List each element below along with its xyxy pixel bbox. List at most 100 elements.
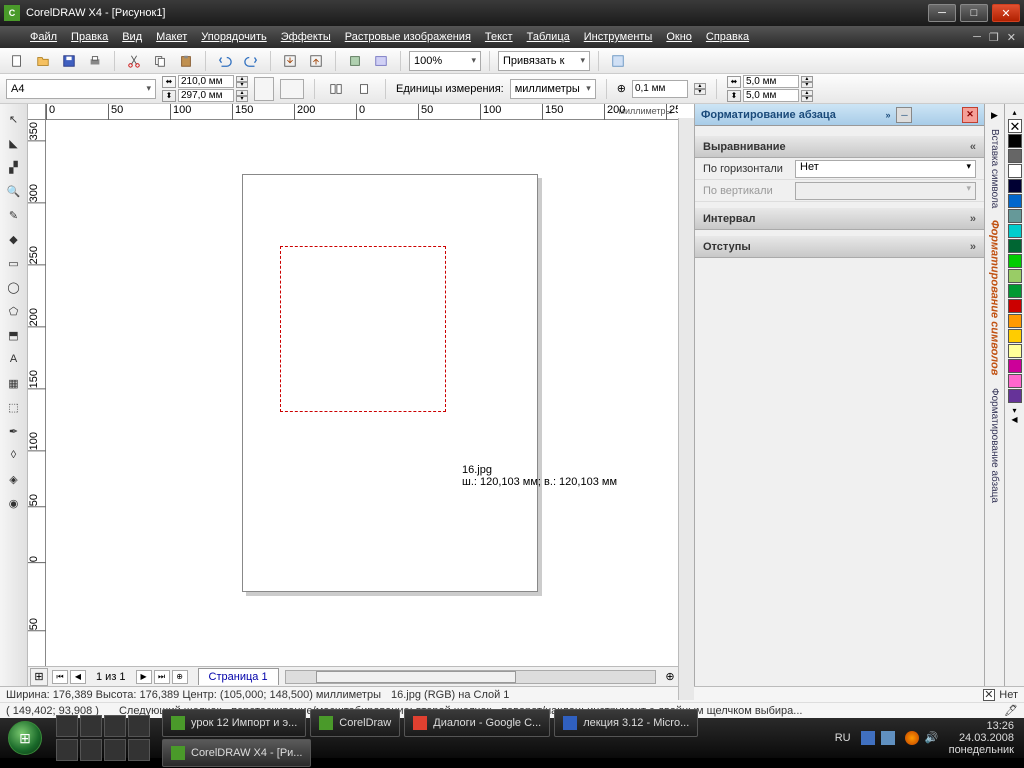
- add-page-after-button[interactable]: ⊕: [172, 670, 188, 684]
- mdi-close-button[interactable]: ✕: [1007, 31, 1016, 44]
- menu-table[interactable]: Таблица: [527, 31, 570, 43]
- tray-icon-3[interactable]: [905, 731, 919, 745]
- menu-effects[interactable]: Эффекты: [281, 31, 331, 43]
- ruler-corner[interactable]: [28, 104, 46, 120]
- color-swatch[interactable]: [1008, 224, 1022, 238]
- palette-down-button[interactable]: ▾: [1012, 406, 1016, 415]
- indents-section[interactable]: Отступы»: [695, 236, 984, 258]
- docker-tab-insert-char[interactable]: Вставка символа: [989, 125, 1000, 212]
- palette-flyout-button[interactable]: ◀: [1011, 415, 1017, 424]
- color-swatch[interactable]: [1008, 209, 1022, 223]
- ql-8[interactable]: [128, 739, 150, 761]
- export-button[interactable]: [305, 50, 327, 72]
- interactive-fill-tool[interactable]: ◉: [3, 492, 25, 514]
- table-tool[interactable]: ▦: [3, 372, 25, 394]
- menu-file[interactable]: Файл: [30, 31, 57, 43]
- color-swatch[interactable]: [1008, 194, 1022, 208]
- ellipse-tool[interactable]: ◯: [3, 276, 25, 298]
- color-swatch[interactable]: [1008, 254, 1022, 268]
- last-page-button[interactable]: ⏭: [154, 670, 170, 684]
- text-tool[interactable]: A: [3, 348, 25, 370]
- color-swatch[interactable]: [1008, 389, 1022, 403]
- docker-expand-icon[interactable]: ▶: [991, 110, 998, 121]
- shape-tool[interactable]: ◣: [3, 132, 25, 154]
- task-2[interactable]: CorelDraw: [310, 709, 400, 737]
- canvas[interactable]: 16.jpg ш.: 120,103 мм; в.: 120,103 мм: [46, 120, 678, 666]
- next-page-button[interactable]: ▶: [136, 670, 152, 684]
- import-button[interactable]: [279, 50, 301, 72]
- menu-layout[interactable]: Макет: [156, 31, 187, 43]
- options-button[interactable]: [607, 50, 629, 72]
- nudge-input[interactable]: [632, 80, 688, 98]
- landscape-button[interactable]: [280, 79, 304, 99]
- menu-help[interactable]: Справка: [706, 31, 749, 43]
- horizontal-ruler[interactable]: миллиметры 050100150200050100150200250: [46, 104, 678, 120]
- page-height-input[interactable]: [178, 89, 234, 102]
- units-combo[interactable]: миллиметры: [510, 79, 596, 99]
- snap-combo[interactable]: Привязать к: [498, 51, 590, 71]
- start-button[interactable]: ⊞: [2, 720, 48, 756]
- color-swatch[interactable]: [1008, 134, 1022, 148]
- color-swatch[interactable]: [1008, 329, 1022, 343]
- ql-5[interactable]: [56, 739, 78, 761]
- volume-icon[interactable]: 🔊: [925, 731, 939, 745]
- dup-y-input[interactable]: [743, 89, 799, 102]
- panel-title[interactable]: Форматирование абзаца » ─ ✕: [695, 104, 984, 126]
- new-button[interactable]: [6, 50, 28, 72]
- print-button[interactable]: [84, 50, 106, 72]
- current-page-button[interactable]: [353, 78, 375, 100]
- no-color-swatch[interactable]: ✕: [1008, 119, 1022, 133]
- first-page-button[interactable]: ⏮: [52, 670, 68, 684]
- color-swatch[interactable]: [1008, 344, 1022, 358]
- tray-icon-1[interactable]: [861, 731, 875, 745]
- panel-minimize-button[interactable]: ─: [896, 107, 912, 123]
- task-5[interactable]: CorelDRAW X4 - [Ри...: [162, 739, 311, 767]
- vertical-scrollbar[interactable]: [678, 118, 694, 700]
- tray-icon-2[interactable]: [881, 731, 895, 745]
- maximize-button[interactable]: □: [960, 4, 988, 22]
- app-launcher-button[interactable]: [344, 50, 366, 72]
- task-1[interactable]: урок 12 Импорт и э...: [162, 709, 306, 737]
- horizontal-scrollbar[interactable]: [285, 670, 656, 684]
- pick-tool[interactable]: ↖: [3, 108, 25, 130]
- page-width-input[interactable]: [178, 75, 234, 88]
- menu-bitmaps[interactable]: Растровые изображения: [345, 31, 471, 43]
- color-swatch[interactable]: [1008, 374, 1022, 388]
- prev-page-button[interactable]: ◀: [70, 670, 86, 684]
- color-swatch[interactable]: [1008, 149, 1022, 163]
- fill-tool[interactable]: ◈: [3, 468, 25, 490]
- paste-button[interactable]: [175, 50, 197, 72]
- task-4[interactable]: лекция 3.12 - Micro...: [554, 709, 698, 737]
- ql-6[interactable]: [80, 739, 102, 761]
- color-swatch[interactable]: [1008, 269, 1022, 283]
- crop-tool[interactable]: ▞: [3, 156, 25, 178]
- menu-edit[interactable]: Правка: [71, 31, 108, 43]
- menu-view[interactable]: Вид: [122, 31, 142, 43]
- polygon-tool[interactable]: ⬠: [3, 300, 25, 322]
- add-page-button[interactable]: ⊞: [30, 668, 48, 686]
- color-swatch[interactable]: [1008, 179, 1022, 193]
- color-swatch[interactable]: [1008, 239, 1022, 253]
- color-swatch[interactable]: [1008, 314, 1022, 328]
- docker-tab-char-format[interactable]: Форматирование символов: [989, 216, 1001, 379]
- color-swatch[interactable]: [1008, 164, 1022, 178]
- navigator-button[interactable]: ⊕: [662, 669, 678, 685]
- ql-1[interactable]: [56, 715, 78, 737]
- color-swatch[interactable]: [1008, 359, 1022, 373]
- alignment-section[interactable]: Выравнивание«: [695, 136, 984, 158]
- smart-fill-tool[interactable]: ◆: [3, 228, 25, 250]
- freehand-tool[interactable]: ✎: [3, 204, 25, 226]
- rectangle-tool[interactable]: ▭: [3, 252, 25, 274]
- clock[interactable]: 13:26 24.03.2008 понедельник: [949, 720, 1014, 756]
- color-swatch[interactable]: [1008, 299, 1022, 313]
- import-placement-rect[interactable]: [280, 246, 446, 412]
- welcome-button[interactable]: [370, 50, 392, 72]
- ql-2[interactable]: [80, 715, 102, 737]
- language-indicator[interactable]: RU: [835, 732, 851, 744]
- mdi-restore-button[interactable]: ❐: [989, 31, 999, 44]
- interactive-tool[interactable]: ⬚: [3, 396, 25, 418]
- palette-up-button[interactable]: ▴: [1012, 108, 1016, 117]
- outline-tool[interactable]: ◊: [3, 444, 25, 466]
- horizontal-align-select[interactable]: Нет: [795, 160, 976, 178]
- save-button[interactable]: [58, 50, 80, 72]
